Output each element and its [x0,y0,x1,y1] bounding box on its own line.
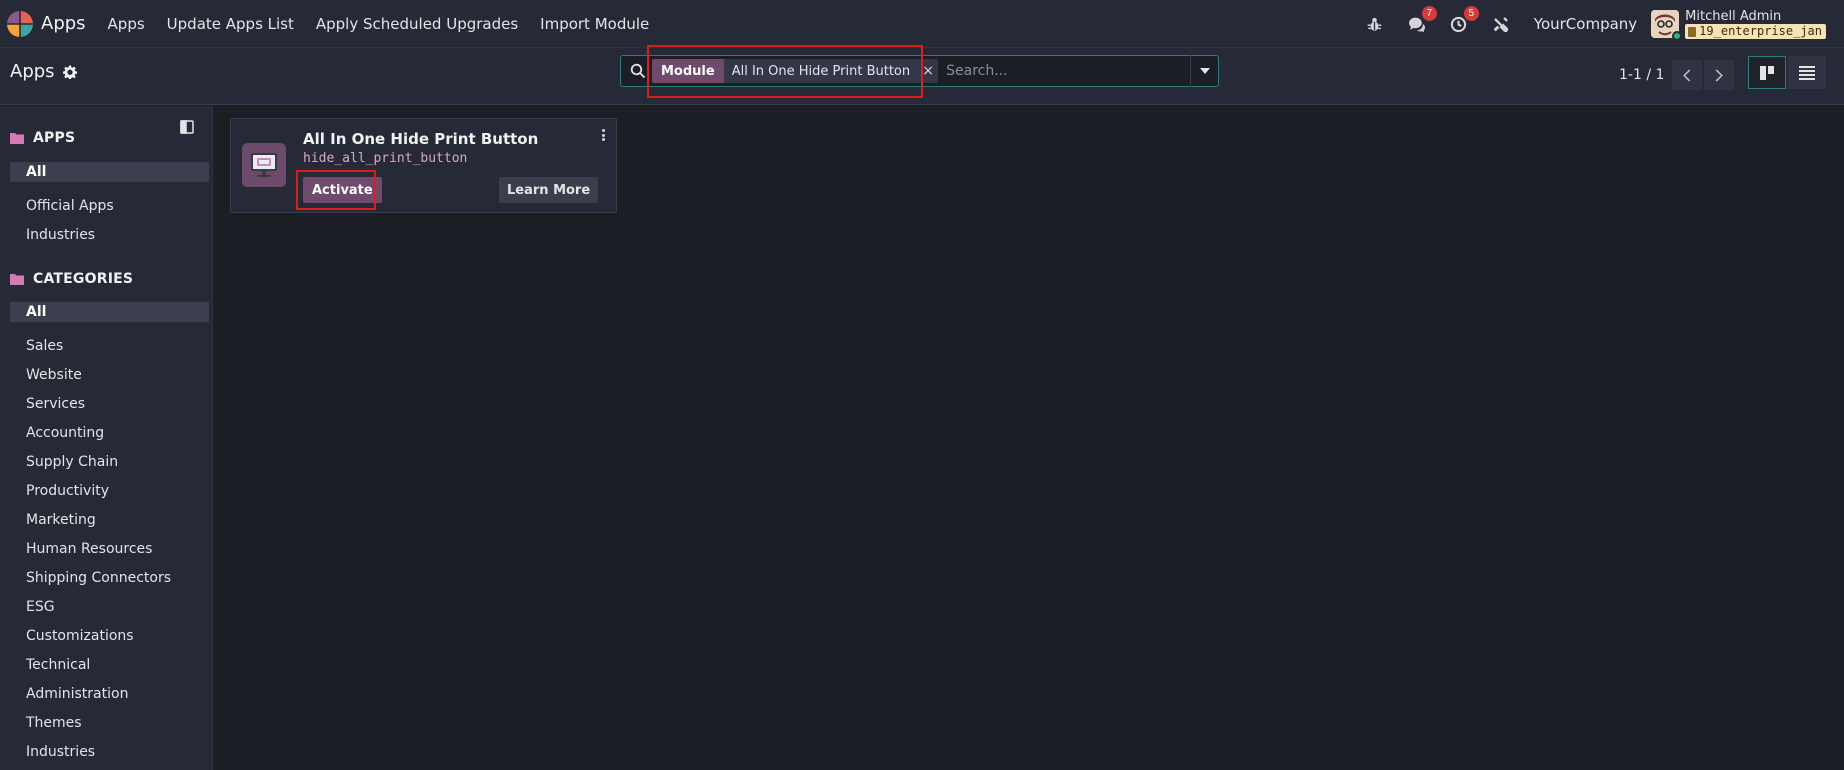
facet-label: Module [652,59,724,83]
category-services[interactable]: Services [10,389,209,418]
user-name: Mitchell Admin [1685,9,1782,24]
categories-filter-list: All Sales Website Services Accounting Su… [10,302,209,766]
online-status-dot [1672,31,1683,41]
apps-section-title: APPS [33,130,76,146]
apps-filter-all[interactable]: All [10,162,209,182]
view-switcher [1748,56,1826,89]
search-options-toggle[interactable] [1190,55,1218,87]
category-esg[interactable]: ESG [10,592,209,621]
search-panel-sidebar: APPS All Official Apps Industries CATEGO… [0,106,213,770]
database-name-text: 19_enterprise_jan [1699,24,1822,38]
activities-clock-icon[interactable]: 5 [1448,6,1479,35]
pager-previous-button[interactable] [1672,60,1703,90]
category-shipping-connectors[interactable]: Shipping Connectors [10,563,209,592]
category-technical[interactable]: Technical [10,650,209,679]
category-marketing[interactable]: Marketing [10,505,209,534]
brand[interactable]: Apps [6,0,108,48]
activate-button[interactable]: Activate [303,177,382,203]
apps-filter-list: All Official Apps Industries [10,162,209,249]
database-icon [1688,26,1697,37]
apps-section-header: APPS [10,130,75,146]
messages-count-badge: 7 [1421,6,1437,21]
module-technical-name: hide_all_print_button [303,151,468,166]
control-panel: Apps Module All In One Hide Print Button… [0,48,1844,105]
category-productivity[interactable]: Productivity [10,476,209,505]
settings-tools-icon[interactable] [1490,13,1512,35]
activities-count-badge: 5 [1463,6,1479,21]
menu-apps[interactable]: Apps [108,15,145,33]
user-menu[interactable]: Mitchell Admin 19_enterprise_jan [1651,9,1826,41]
apps-filter-industries[interactable]: Industries [10,220,209,249]
category-human-resources[interactable]: Human Resources [10,534,209,563]
facet-value: All In One Hide Print Button [731,63,911,79]
navbar-systray: 7 5 YourCompany Mitchell Admin 19_enterp… [1364,0,1844,48]
menu-apply-scheduled-upgrades[interactable]: Apply Scheduled Upgrades [316,15,518,33]
monitor-icon [251,153,277,177]
main-menu: Apps Update Apps List Apply Scheduled Up… [108,0,672,48]
pager-value[interactable]: 1-1 / 1 [1619,67,1664,83]
category-all[interactable]: All [10,302,209,322]
module-name: All In One Hide Print Button [303,130,539,148]
caret-down-icon [1199,68,1210,74]
chevron-left-icon [1683,68,1691,82]
search-icon[interactable] [630,63,646,79]
menu-import-module[interactable]: Import Module [540,15,649,33]
module-card[interactable]: All In One Hide Print Button hide_all_pr… [230,118,617,213]
top-navbar: Apps Apps Update Apps List Apply Schedul… [0,0,1844,48]
messages-chat-icon[interactable]: 7 [1406,6,1437,35]
category-supply-chain[interactable]: Supply Chain [10,447,209,476]
categories-section-header: CATEGORIES [10,271,133,287]
page-title: Apps [10,61,55,82]
odoo-apps-logo-icon [7,10,33,37]
debug-bug-icon[interactable] [1364,13,1386,35]
category-industries[interactable]: Industries [10,737,209,766]
apps-filter-official-apps[interactable]: Official Apps [10,191,209,220]
category-accounting[interactable]: Accounting [10,418,209,447]
kanban-view-icon [1760,65,1774,80]
pager-next-button[interactable] [1704,60,1735,90]
category-administration[interactable]: Administration [10,679,209,708]
category-customizations[interactable]: Customizations [10,621,209,650]
search-facet-module: Module All In One Hide Print Button × [652,59,939,83]
folder-icon [10,274,24,285]
breadcrumb: Apps [10,61,77,82]
chevron-right-icon [1716,68,1724,82]
search-input[interactable] [942,57,1190,85]
search-bar: Module All In One Hide Print Button × [620,55,1219,87]
category-sales[interactable]: Sales [10,331,209,360]
user-avatar [1651,10,1683,41]
menu-update-apps-list[interactable]: Update Apps List [167,15,294,33]
category-themes[interactable]: Themes [10,708,209,737]
folder-icon [10,133,24,144]
database-name: 19_enterprise_jan [1685,24,1826,39]
company-switcher[interactable]: YourCompany [1534,15,1637,33]
list-view-button[interactable] [1788,56,1826,89]
learn-more-button[interactable]: Learn More [499,177,599,203]
categories-section-title: CATEGORIES [33,271,134,287]
card-options-kebab-icon[interactable] [598,127,608,143]
category-website[interactable]: Website [10,360,209,389]
gear-icon[interactable] [62,64,77,79]
facet-remove-icon[interactable]: × [918,59,938,83]
pager: 1-1 / 1 [1619,60,1735,90]
brand-name: Apps [41,13,86,34]
kanban-view-button[interactable] [1748,56,1786,89]
list-view-icon [1799,65,1815,80]
sidebar-collapse-icon[interactable] [180,120,194,134]
module-icon [242,143,286,187]
